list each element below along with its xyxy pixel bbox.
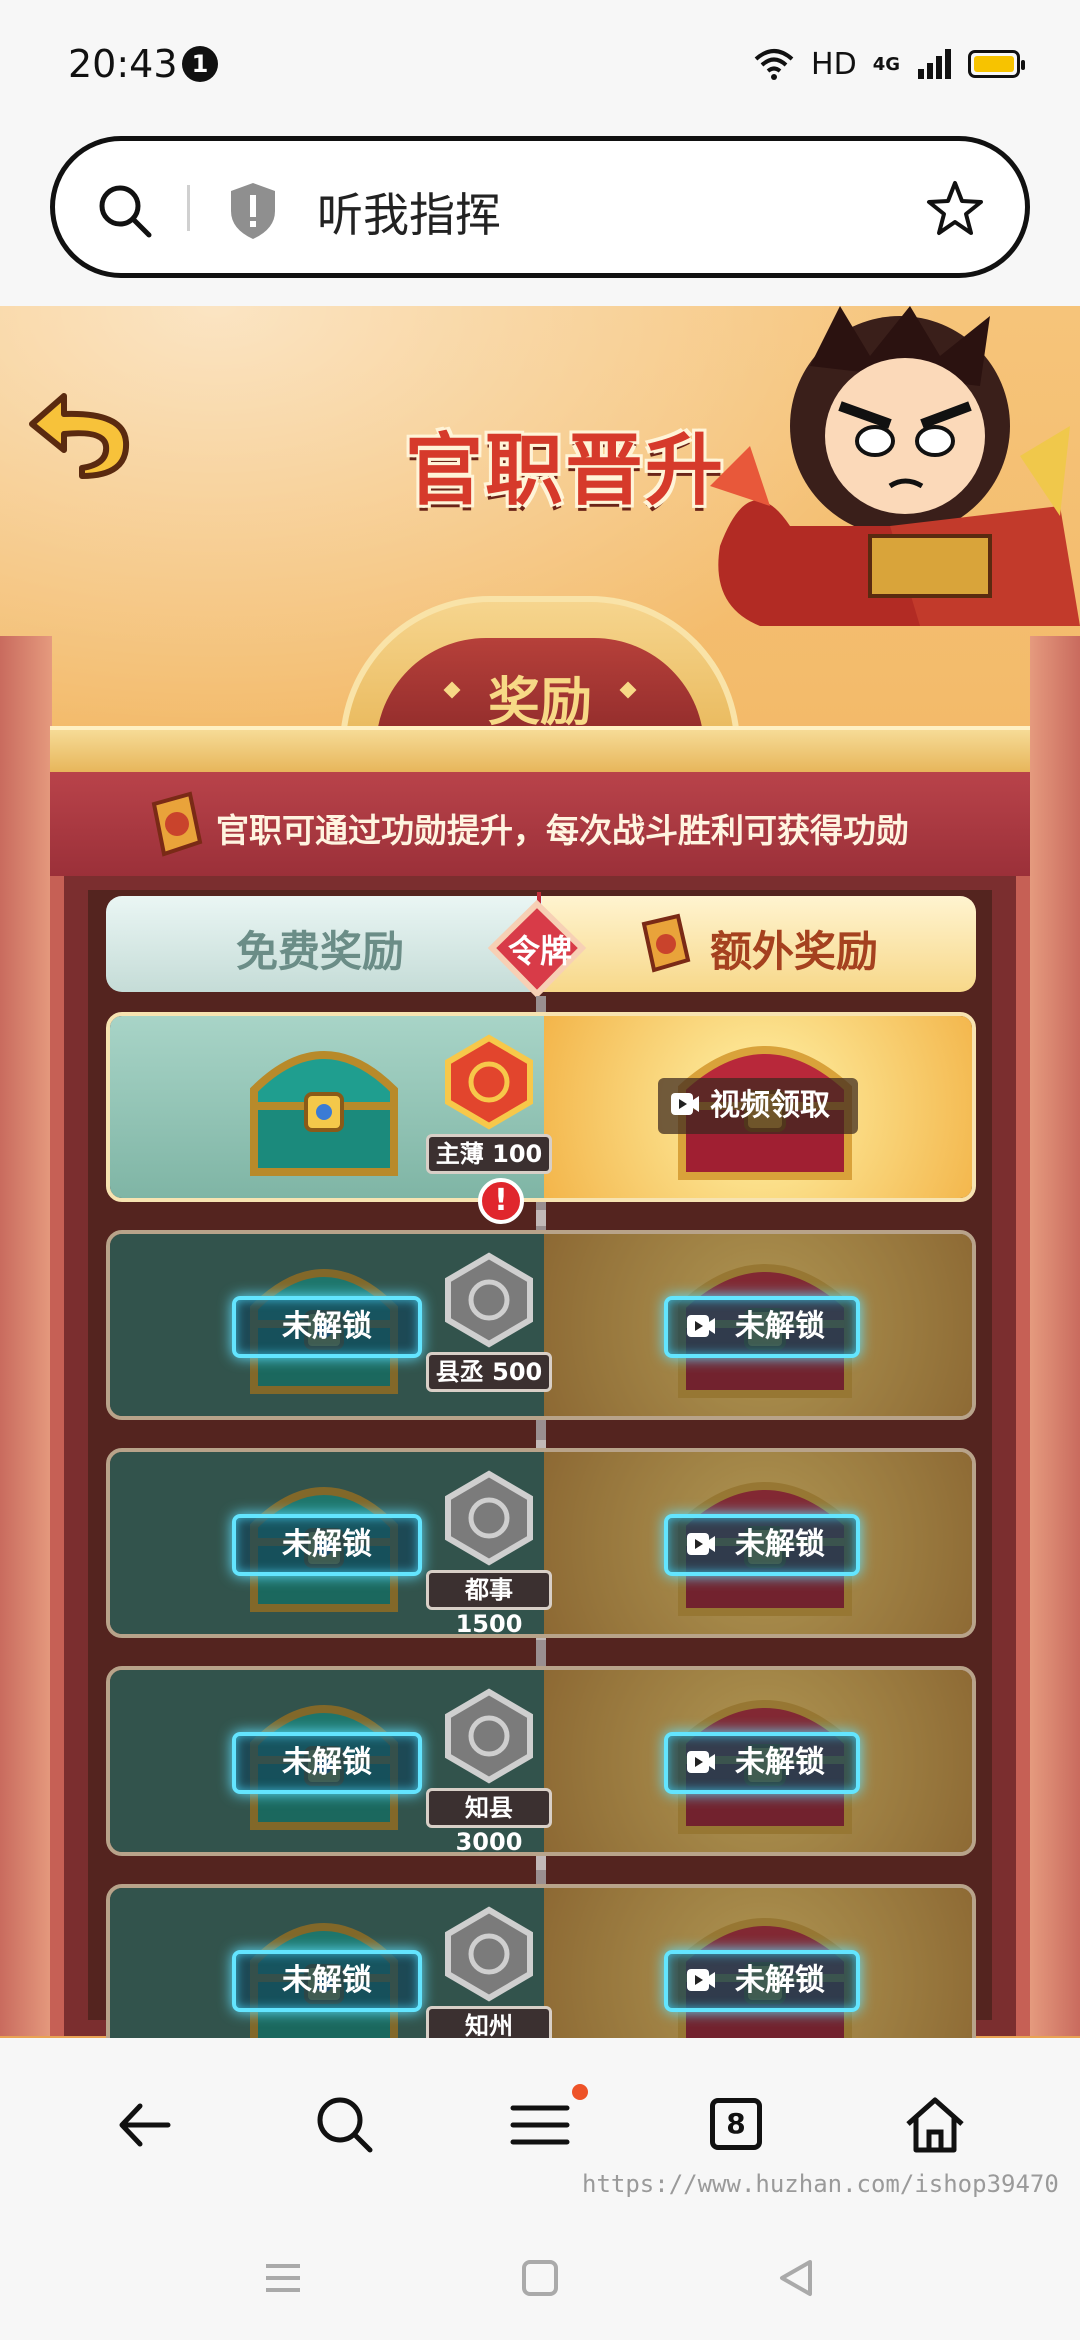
rank-medal-icon: [445, 1034, 533, 1130]
recent-apps-icon[interactable]: [262, 2258, 304, 2298]
scroll-icon: [641, 913, 691, 973]
video-icon: [687, 1533, 715, 1555]
status-time: 20:43: [68, 42, 178, 86]
system-nav-bar: [0, 2208, 1080, 2340]
watermark-text: https://www.huzhan.com/ishop39470: [582, 2170, 1059, 2198]
notification-count-badge: 1: [182, 46, 218, 82]
general-character-image: [710, 306, 1080, 626]
rank-label: 都事 1500: [426, 1570, 552, 1638]
tab-extra-rewards[interactable]: 额外奖励: [542, 896, 976, 992]
screen: 20:43 1 HD 4G 听我指挥 官职晋升 奖励 官职可通过功勋提升，每次战…: [0, 0, 1080, 2340]
back-triangle-icon[interactable]: [776, 2258, 816, 2298]
section-label: 奖励: [487, 673, 592, 733]
tab-free-rewards[interactable]: 免费奖励: [106, 896, 542, 992]
rank-label: 主薄 100: [426, 1134, 552, 1174]
extra-reward-cell[interactable]: 未解锁: [544, 1888, 972, 2038]
rank-label: 知州 4500: [426, 2006, 552, 2038]
token-label: 令牌: [507, 932, 572, 970]
network-type: 4G: [872, 53, 900, 75]
back-arrow-icon[interactable]: [24, 384, 136, 480]
search-icon[interactable]: [95, 181, 155, 241]
search-bar[interactable]: 听我指挥: [50, 136, 1030, 278]
right-pillar: [1030, 636, 1080, 2036]
tip-text: 官职可通过功勋提升，每次战斗胜利可获得功勋: [216, 811, 909, 850]
wifi-icon: [754, 49, 794, 80]
extra-reward-cell[interactable]: 未解锁: [544, 1670, 972, 1852]
video-icon: [671, 1093, 699, 1115]
shield-icon[interactable]: [227, 181, 279, 241]
free-chest-icon[interactable]: [244, 1030, 404, 1180]
home-icon[interactable]: [900, 2090, 970, 2160]
browser-toolbar: 听我指挥: [0, 120, 1080, 306]
home-square-icon[interactable]: [520, 2258, 560, 2298]
tabs-count-button[interactable]: 8: [710, 2098, 762, 2150]
alert-badge: !: [478, 1178, 524, 1224]
rank-medal-icon: [445, 1470, 533, 1566]
free-locked-label: 未解锁: [232, 1950, 422, 2012]
rank-label: 县丞 500: [426, 1352, 552, 1392]
extra-locked-label: 未解锁: [664, 1296, 860, 1358]
rank-medal-icon: [445, 1252, 533, 1348]
free-locked-label: 未解锁: [232, 1732, 422, 1794]
battery-icon: [968, 50, 1025, 78]
free-locked-label: 未解锁: [232, 1296, 422, 1358]
extra-locked-label: 未解锁: [664, 1950, 860, 2012]
search-query[interactable]: 听我指挥: [317, 179, 501, 245]
extra-reward-cell[interactable]: 视频领取: [544, 1016, 972, 1198]
merit-scroll-icon: [151, 791, 203, 857]
extra-locked-label: 未解锁: [664, 1732, 860, 1794]
rank-medal-icon: [445, 1906, 533, 2002]
section-header-arch: 奖励: [340, 596, 740, 748]
search-icon[interactable]: [310, 2090, 380, 2160]
page-title: 官职晋升: [405, 426, 726, 516]
signal-icon: [918, 49, 951, 79]
status-icons: HD 4G: [753, 44, 1025, 84]
extra-reward-cell[interactable]: 未解锁: [544, 1452, 972, 1634]
extra-reward-cell[interactable]: 未解锁: [544, 1234, 972, 1416]
rewards-panel: 奖励 官职可通过功勋提升，每次战斗胜利可获得功勋 免费奖励 额外奖励 令牌 视频…: [50, 596, 1030, 2038]
hd-indicator: HD: [811, 46, 857, 82]
free-locked-label: 未解锁: [232, 1514, 422, 1576]
tip-bar: 官职可通过功勋提升，每次战斗胜利可获得功勋: [50, 772, 1030, 876]
video-claim-button[interactable]: 视频领取: [658, 1078, 858, 1134]
video-claim-label: 视频领取: [710, 1088, 830, 1123]
search-divider: [187, 185, 190, 231]
back-icon[interactable]: [112, 2090, 182, 2160]
status-bar: 20:43 1 HD 4G: [0, 0, 1080, 120]
rank-label: 知县 3000: [426, 1788, 552, 1856]
menu-icon[interactable]: [505, 2090, 575, 2160]
menu-notification-dot: [572, 2084, 588, 2100]
video-icon: [687, 1969, 715, 1991]
video-icon: [687, 1315, 715, 1337]
bookmark-star-icon[interactable]: [925, 179, 985, 239]
extra-locked-label: 未解锁: [664, 1514, 860, 1576]
game-viewport: 官职晋升 奖励 官职可通过功勋提升，每次战斗胜利可获得功勋 免费奖励 额外奖励 …: [0, 306, 1080, 2038]
left-pillar: [0, 636, 52, 2036]
rank-medal-icon: [445, 1688, 533, 1784]
video-icon: [687, 1751, 715, 1773]
